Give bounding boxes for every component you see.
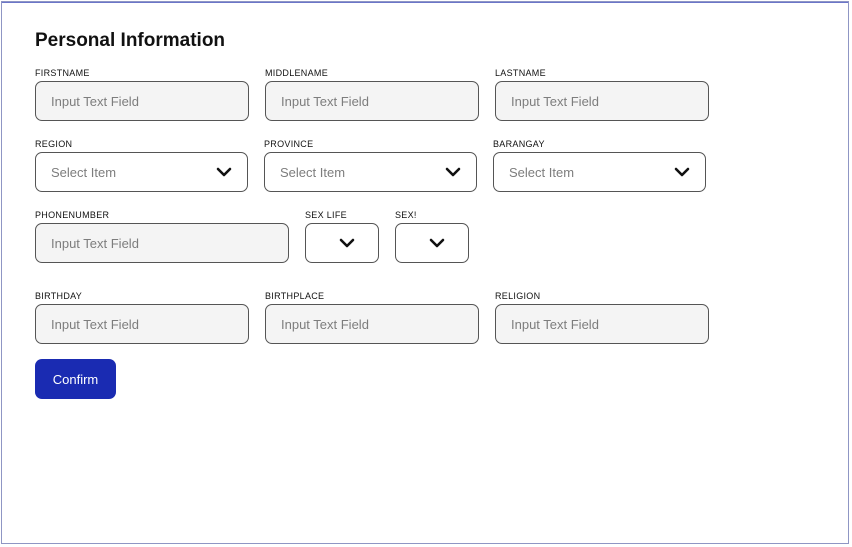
religion-label: RELIGION xyxy=(495,291,541,301)
chevron-down-icon xyxy=(674,167,690,177)
province-select[interactable]: Select Item xyxy=(264,152,477,192)
province-select-value: Select Item xyxy=(280,164,346,180)
chevron-down-icon xyxy=(445,167,461,177)
sex-select[interactable] xyxy=(395,223,469,263)
barangay-label: BARANGAY xyxy=(493,139,545,149)
birthplace-input[interactable] xyxy=(265,304,479,344)
firstname-label: FIRSTNAME xyxy=(35,68,90,78)
chevron-down-icon xyxy=(429,238,445,248)
sex-life-select[interactable] xyxy=(305,223,379,263)
page-title: Personal Information xyxy=(35,30,226,51)
region-label: REGION xyxy=(35,139,73,149)
region-select[interactable]: Select Item xyxy=(35,152,248,192)
lastname-input[interactable] xyxy=(495,81,709,121)
sex-life-label: SEX LIFE xyxy=(305,210,347,220)
confirm-button[interactable]: Confirm xyxy=(35,359,116,399)
birthday-label: BIRTHDAY xyxy=(35,291,83,301)
phonenumber-label: PHONENUMBER xyxy=(35,210,110,220)
birthplace-label: BIRTHPLACE xyxy=(265,291,325,301)
chevron-down-icon xyxy=(216,167,232,177)
middlename-label: MIDDLENAME xyxy=(265,68,329,78)
lastname-label: LASTNAME xyxy=(495,68,546,78)
region-select-value: Select Item xyxy=(51,164,117,180)
barangay-select[interactable]: Select Item xyxy=(493,152,706,192)
form-window: Personal Information FIRSTNAME MIDDLENAM… xyxy=(1,1,849,544)
firstname-input[interactable] xyxy=(35,81,249,121)
province-label: PROVINCE xyxy=(264,139,314,149)
religion-input[interactable] xyxy=(495,304,709,344)
chevron-down-icon xyxy=(339,238,355,248)
middlename-input[interactable] xyxy=(265,81,479,121)
phonenumber-input[interactable] xyxy=(35,223,289,263)
birthday-input[interactable] xyxy=(35,304,249,344)
sex-label: SEX! xyxy=(395,210,417,220)
barangay-select-value: Select Item xyxy=(509,164,575,180)
